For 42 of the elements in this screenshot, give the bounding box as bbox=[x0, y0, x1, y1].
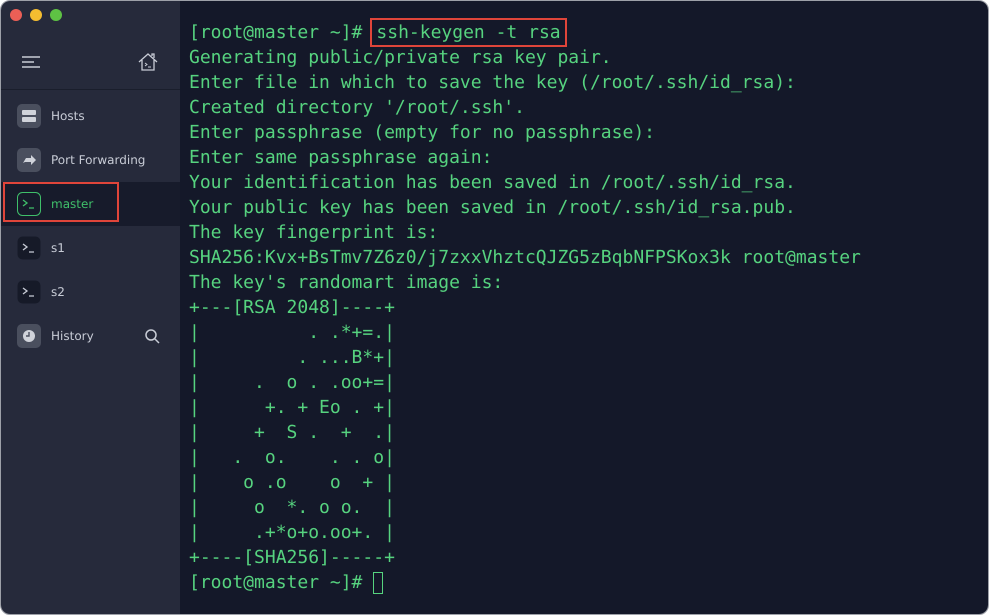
terminal-output: Your identification has been saved in /root/.ssh/id_rsa. bbox=[189, 171, 796, 195]
terminal-output: Created directory '/root/.ssh'. bbox=[189, 96, 525, 120]
terminal-icon bbox=[17, 236, 41, 260]
terminal-output: Your public key has been saved in /root/.ssh/id_rsa.pub. bbox=[189, 196, 796, 220]
zoom-button[interactable] bbox=[50, 9, 62, 21]
text-cursor bbox=[373, 572, 384, 594]
terminal-icon bbox=[17, 280, 41, 304]
search-icon[interactable] bbox=[145, 328, 160, 344]
terminal-output: SHA256:Kvx+BsTmv7Z6z0/j7zxxVhztcQJZG5zBqbNFPSKox3k root@master bbox=[189, 246, 861, 270]
terminal-output: | . ...B*+| bbox=[189, 346, 395, 370]
menu-icon[interactable] bbox=[22, 56, 40, 68]
home-icon[interactable] bbox=[138, 53, 158, 71]
sidebar-item[interactable]: Hosts bbox=[1, 94, 180, 138]
sidebar-item[interactable]: master bbox=[1, 182, 180, 226]
terminal-output: +----[SHA256]-----+ bbox=[189, 546, 395, 570]
terminal-output: The key's randomart image is: bbox=[189, 271, 504, 295]
shell-prompt: [root@master ~]# bbox=[189, 21, 362, 45]
server-icon bbox=[17, 104, 41, 128]
sidebar-item[interactable]: s1 bbox=[1, 226, 180, 270]
sidebar-item[interactable]: s2 bbox=[1, 270, 180, 314]
sidebar-item[interactable]: History bbox=[1, 314, 180, 358]
terminal-output: | o *. o o. | bbox=[189, 496, 395, 520]
minimize-button[interactable] bbox=[30, 9, 42, 21]
shell-prompt: [root@master ~]# bbox=[189, 571, 362, 595]
terminal-output: | .+*o+o.oo+. | bbox=[189, 521, 395, 545]
terminal-icon bbox=[17, 192, 41, 216]
terminal-output: | . .*+=.| bbox=[189, 321, 395, 345]
terminal-output: +---[RSA 2048]----+ bbox=[189, 296, 395, 320]
terminal-output: | . o. . . o| bbox=[189, 446, 395, 470]
clock-icon bbox=[17, 324, 41, 348]
sidebar-item[interactable]: Port Forwarding bbox=[1, 138, 180, 182]
terminal-output: The key fingerprint is: bbox=[189, 221, 438, 245]
command-text: ssh-keygen -t rsa bbox=[375, 21, 562, 45]
terminal-output: Enter passphrase (empty for no passphrase): bbox=[189, 121, 655, 145]
terminal-output: Enter file in which to save the key (/root/.ssh/id_rsa): bbox=[189, 71, 796, 95]
terminal-output: | +. + Eo . +| bbox=[189, 396, 395, 420]
terminal-output: Generating public/private rsa key pair. bbox=[189, 46, 612, 70]
terminal-output: | + S . + .| bbox=[189, 421, 395, 445]
terminal-output: Enter same passphrase again: bbox=[189, 146, 492, 170]
terminal-output: | . o . .oo+=| bbox=[189, 371, 395, 395]
terminal-output: | o .o o + | bbox=[189, 471, 395, 495]
close-button[interactable] bbox=[10, 9, 22, 21]
